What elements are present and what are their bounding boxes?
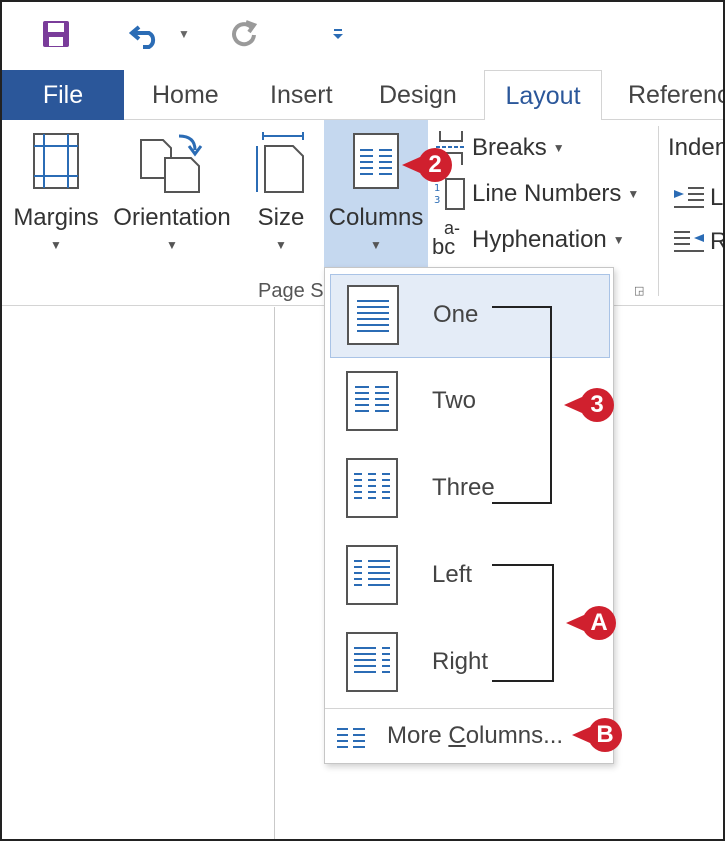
orientation-dropdown-icon: ▼	[166, 238, 178, 252]
callout-step-3: 3	[564, 388, 614, 422]
indent-label: Inden	[668, 134, 725, 161]
tab-design[interactable]: Design	[379, 70, 457, 120]
group-divider	[658, 126, 659, 296]
margins-dropdown-icon: ▼	[50, 238, 62, 252]
columns-option-left-label: Left	[432, 561, 473, 588]
size-icon	[253, 132, 309, 199]
margins-label: Margins	[13, 204, 99, 231]
page-edge	[274, 307, 275, 839]
line-numbers-icon: 13	[434, 177, 466, 211]
three-columns-icon	[346, 458, 398, 518]
left-column-icon	[346, 545, 398, 605]
hyphenation-label: Hyphenation	[472, 226, 607, 253]
tab-insert[interactable]: Insert	[270, 70, 333, 120]
hyphenation-dropdown-icon: ▼	[612, 233, 625, 247]
line-numbers-label: Line Numbers	[472, 180, 622, 207]
callout-a: A	[566, 606, 616, 640]
breaks-label: Breaks	[472, 134, 547, 161]
indent-right-field[interactable]: R	[674, 222, 723, 262]
callout-step-2: 2	[402, 148, 452, 182]
two-columns-icon	[346, 371, 398, 431]
indent-left-field[interactable]: L	[674, 178, 723, 218]
indent-right-label: R	[710, 228, 723, 256]
more-columns-item[interactable]: More Columns...	[325, 714, 613, 760]
hyphenation-icon: a- bc	[432, 218, 466, 259]
breaks-dropdown-icon: ▼	[552, 141, 565, 155]
more-columns-label-post: olumns...	[465, 722, 564, 749]
columns-option-one[interactable]: One	[330, 274, 610, 358]
columns-icon	[352, 132, 400, 195]
indent-left-label: L	[710, 184, 724, 211]
undo-dropdown-icon[interactable]: ▼	[174, 14, 194, 54]
page-setup-group-label: Page S	[258, 280, 324, 302]
indent-left-icon	[674, 185, 704, 211]
more-columns-accelerator: C	[448, 722, 466, 749]
margins-icon	[32, 132, 80, 195]
undo-icon[interactable]	[126, 14, 166, 54]
columns-dropdown-menu: One Two Three Left Right More Columns...	[324, 267, 614, 764]
columns-option-three-label: Three	[432, 474, 495, 501]
more-columns-label: More Columns...	[387, 722, 563, 750]
right-column-icon	[346, 632, 398, 692]
more-columns-icon	[337, 726, 365, 753]
columns-option-three[interactable]: Three	[330, 448, 610, 532]
svg-text:1: 1	[434, 183, 440, 194]
margins-button[interactable]: Margins ▼	[6, 120, 106, 270]
columns-option-one-label: One	[433, 301, 479, 328]
callout-b: B	[572, 718, 622, 752]
line-numbers-dropdown-icon: ▼	[627, 187, 640, 201]
breaks-button[interactable]: Breaks ▼	[434, 128, 565, 168]
hyphenation-button[interactable]: a- bc Hyphenation ▼	[432, 218, 625, 260]
svg-text:3: 3	[434, 195, 440, 206]
size-dropdown-icon: ▼	[275, 238, 287, 252]
word-window: ▼ File Home Insert Design Layout Referen…	[0, 0, 725, 841]
columns-label: Columns	[328, 204, 424, 231]
columns-dropdown-icon: ▼	[370, 238, 382, 252]
tab-references[interactable]: Referenc	[628, 70, 723, 120]
bracket-presets	[492, 306, 552, 504]
quick-access-toolbar: ▼	[2, 2, 723, 70]
size-label: Size	[257, 204, 305, 231]
line-numbers-button[interactable]: 13 Line Numbers ▼	[434, 174, 639, 214]
orientation-icon	[139, 132, 205, 199]
columns-option-right-label: Right	[432, 648, 489, 675]
columns-button[interactable]: Columns ▼	[324, 120, 428, 268]
tab-layout[interactable]: Layout	[484, 70, 602, 121]
columns-option-two-label: Two	[432, 387, 477, 414]
bracket-left-right	[492, 564, 554, 682]
tab-file[interactable]: File	[2, 70, 124, 120]
orientation-button[interactable]: Orientation ▼	[108, 120, 236, 270]
save-icon[interactable]	[38, 14, 74, 54]
dropdown-separator	[325, 708, 613, 709]
indent-right-icon	[674, 229, 704, 255]
redo-icon[interactable]	[226, 14, 262, 54]
customize-qat-icon[interactable]	[328, 14, 348, 54]
columns-option-left[interactable]: Left	[330, 535, 610, 619]
dialog-launcher-icon[interactable]: ◲	[634, 284, 644, 297]
one-column-icon	[347, 285, 399, 345]
ribbon-tabs: File Home Insert Design Layout Referenc	[2, 70, 723, 121]
more-columns-label-pre: More	[387, 722, 449, 749]
columns-option-right[interactable]: Right	[330, 622, 610, 706]
orientation-label: Orientation	[113, 204, 231, 231]
hyphen-glyph-bottom: bc	[432, 234, 456, 259]
tab-home[interactable]: Home	[152, 70, 219, 120]
size-button[interactable]: Size ▼	[242, 120, 320, 270]
